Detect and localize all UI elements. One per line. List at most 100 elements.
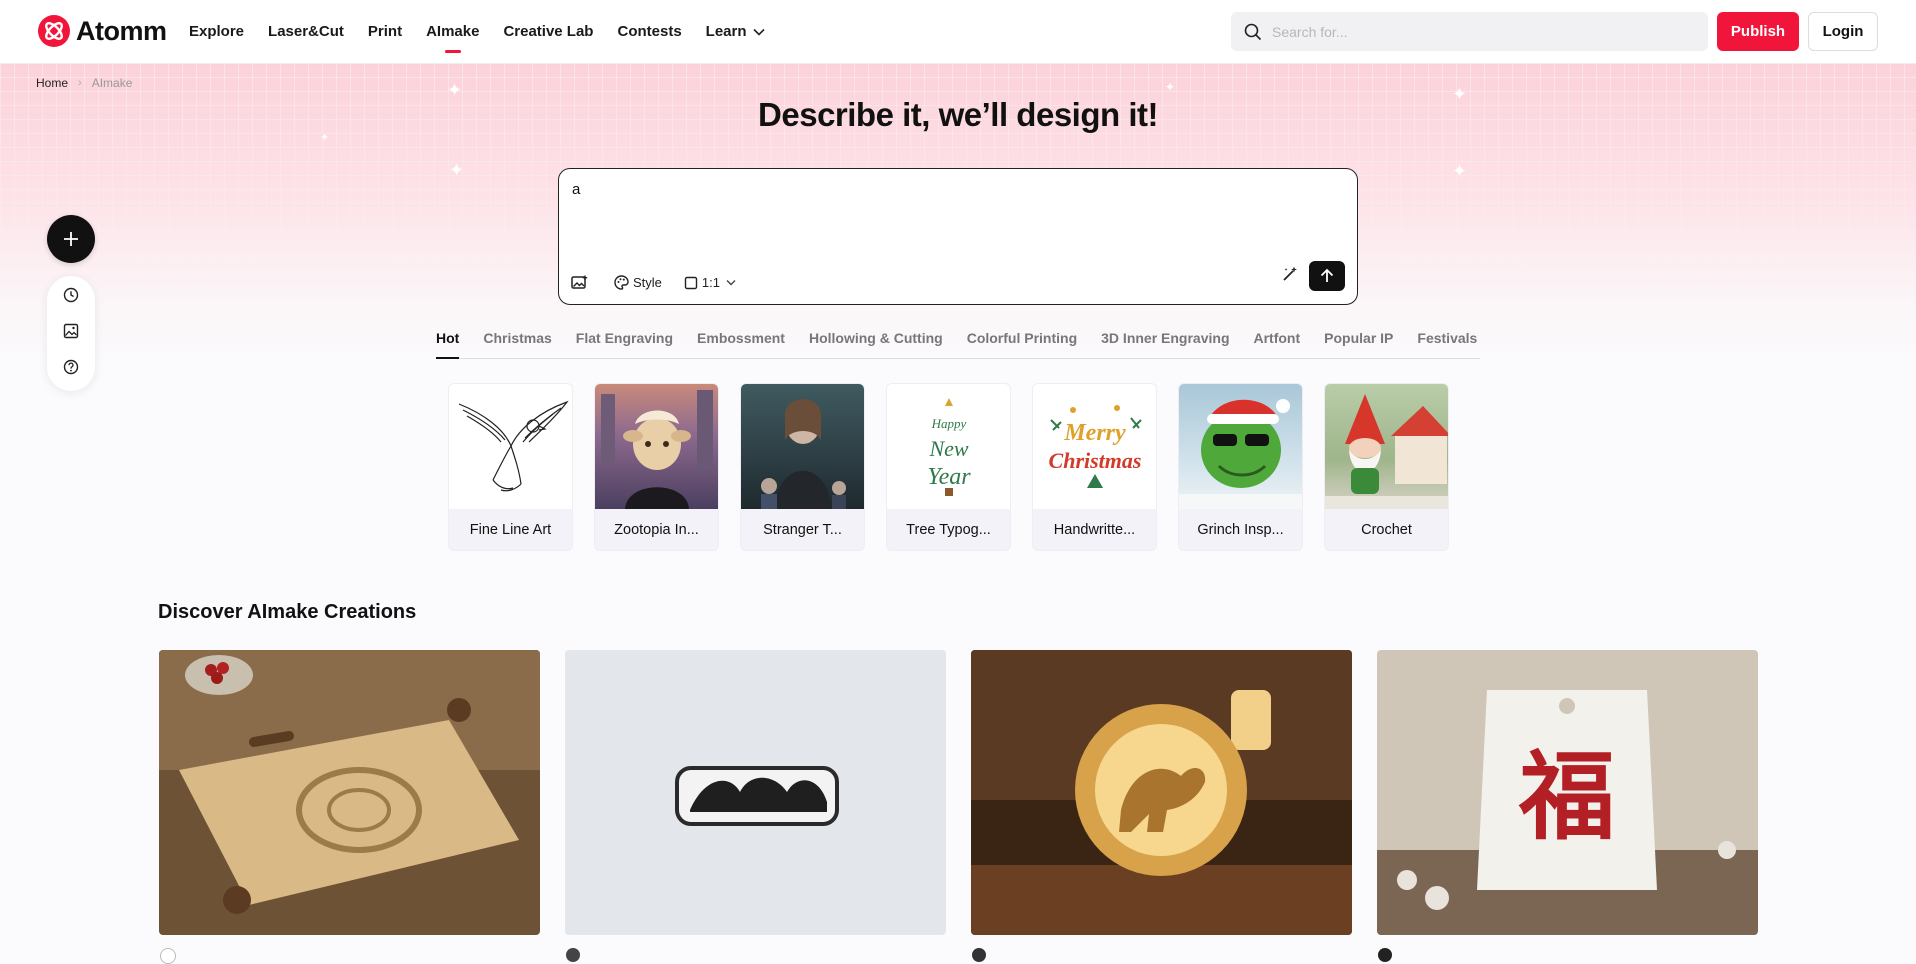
upload-image-button[interactable] (571, 275, 592, 290)
sparkle-icon: ✦ (320, 132, 330, 144)
prompt-box[interactable]: a Style 1:1 (558, 168, 1358, 305)
svg-text:Christmas: Christmas (1049, 448, 1142, 473)
horse-keychain-image (565, 650, 946, 935)
tab-christmas[interactable]: Christmas (483, 326, 551, 358)
tab-colorful-printing[interactable]: Colorful Printing (967, 326, 1077, 358)
tab-hollowing-cutting[interactable]: Hollowing & Cutting (809, 326, 943, 358)
breadcrumb: Home › AImake (36, 76, 132, 90)
nav-contests[interactable]: Contests (617, 23, 681, 40)
search-bar[interactable] (1231, 12, 1708, 51)
grinch-image (1179, 384, 1302, 509)
atomm-logo[interactable]: Atomm (38, 15, 167, 47)
stranger-things-image (741, 384, 864, 509)
style-card-zootopia[interactable]: Zootopia In... (594, 383, 719, 551)
style-card-stranger-things[interactable]: Stranger T... (740, 383, 865, 551)
svg-text:福: 福 (1518, 744, 1615, 851)
style-card-handwritten[interactable]: Merry Christmas Handwritte... (1032, 383, 1157, 551)
creation-card[interactable] (159, 650, 540, 935)
merry-christmas-lettering-image: Merry Christmas (1033, 384, 1156, 509)
chevron-down-icon (726, 279, 736, 285)
nav-learn[interactable]: Learn (706, 23, 765, 40)
svg-text:Year: Year (927, 464, 971, 490)
breadcrumb-home-link[interactable]: Home (36, 76, 68, 90)
help-icon[interactable] (63, 359, 79, 375)
golden-horse-lamp-image (971, 650, 1352, 935)
sparkle-icon: ✦ (449, 160, 465, 180)
nav-aimake[interactable]: AImake (426, 23, 480, 53)
style-label: Style (633, 275, 662, 290)
prompt-input[interactable]: a (572, 181, 580, 198)
nav-print-label: Print (367, 23, 403, 40)
nav-print[interactable]: Print (368, 23, 402, 40)
history-icon[interactable] (63, 287, 79, 303)
zootopia-character-image (595, 384, 718, 509)
svg-text:New: New (928, 436, 968, 461)
discover-section-title: Discover AImake Creations (158, 601, 417, 623)
new-creation-button[interactable] (47, 215, 95, 263)
hero-title: Describe it, we’ll design it! (758, 96, 1158, 133)
magic-enhance-button[interactable] (1281, 265, 1299, 288)
avatar[interactable] (972, 948, 986, 962)
style-card-label: Handwritte... (1053, 522, 1136, 538)
aspect-ratio-dropdown[interactable]: 1:1 (684, 275, 742, 290)
style-card-grinch[interactable]: Grinch Insp... (1178, 383, 1303, 551)
category-tabs: Hot Christmas Flat Engraving Embossment … (436, 326, 1480, 359)
style-button[interactable]: Style (614, 275, 662, 290)
tab-festivals[interactable]: Festivals (1417, 326, 1477, 358)
top-header: Atomm Explore Laser&Cut Print AImake Cre… (0, 0, 1916, 64)
svg-text:Happy: Happy (931, 416, 967, 431)
tab-artfont[interactable]: Artfont (1254, 326, 1301, 358)
plus-icon (64, 232, 78, 246)
tab-embossment[interactable]: Embossment (697, 326, 785, 358)
chevron-down-icon (752, 28, 765, 36)
nav-laser-cut-label: Laser&Cut (268, 23, 344, 40)
nav-aimake-label: AImake (426, 23, 480, 40)
eagle-line-art-image (449, 384, 572, 509)
avatar[interactable] (1378, 948, 1392, 962)
breadcrumb-separator-icon: › (78, 77, 82, 89)
search-input[interactable] (1270, 22, 1694, 41)
style-card-label: Fine Line Art (469, 522, 552, 538)
style-card-label: Grinch Insp... (1197, 522, 1284, 538)
side-toolbar (47, 276, 95, 391)
arrow-up-icon (1320, 268, 1334, 282)
nav-learn-label: Learn (705, 23, 747, 40)
nav-contests-label: Contests (617, 23, 682, 40)
send-button[interactable] (1309, 261, 1345, 291)
publish-button[interactable]: Publish (1717, 12, 1799, 51)
style-card-tree-typography[interactable]: Happy New Year Tree Typog... (886, 383, 1011, 551)
nav-explore[interactable]: Explore (189, 23, 244, 40)
fu-tag-image: 福 (1377, 650, 1758, 935)
tab-flat-engraving[interactable]: Flat Engraving (576, 326, 673, 358)
breadcrumb-current: AImake (91, 76, 133, 90)
magic-wand-icon (1283, 266, 1297, 281)
style-card-label: Zootopia In... (614, 522, 699, 538)
avatar[interactable] (566, 948, 580, 962)
sparkle-icon: ✦ (1452, 161, 1468, 181)
palette-icon (614, 275, 629, 290)
tab-hot[interactable]: Hot (436, 326, 460, 359)
search-icon (1244, 23, 1262, 40)
creation-card[interactable]: 福 (1377, 650, 1758, 935)
happy-new-year-tree-image: Happy New Year (887, 384, 1010, 509)
tab-3d-inner-engraving[interactable]: 3D Inner Engraving (1101, 326, 1229, 358)
style-card-label: Stranger T... (763, 522, 842, 538)
login-button[interactable]: Login (1808, 12, 1878, 51)
style-card-fine-line-art[interactable]: Fine Line Art (448, 383, 573, 551)
square-ratio-icon (684, 276, 698, 289)
prompt-toolbar: Style 1:1 (571, 275, 764, 290)
engraved-cutting-board-image (159, 650, 540, 935)
style-card-crochet[interactable]: Crochet (1324, 383, 1449, 551)
nav-creative-lab-label: Creative Lab (503, 23, 594, 40)
ratio-label: 1:1 (701, 275, 720, 290)
creation-card[interactable] (971, 650, 1352, 935)
avatar[interactable] (160, 948, 176, 964)
gallery-icon[interactable] (63, 323, 79, 339)
nav-explore-label: Explore (189, 23, 245, 40)
nav-laser-cut[interactable]: Laser&Cut (268, 23, 344, 40)
atomm-logo-icon (38, 15, 70, 47)
style-card-label: Tree Typog... (906, 522, 991, 538)
nav-creative-lab[interactable]: Creative Lab (503, 23, 593, 40)
tab-popular-ip[interactable]: Popular IP (1324, 326, 1393, 358)
creation-card[interactable] (565, 650, 946, 935)
